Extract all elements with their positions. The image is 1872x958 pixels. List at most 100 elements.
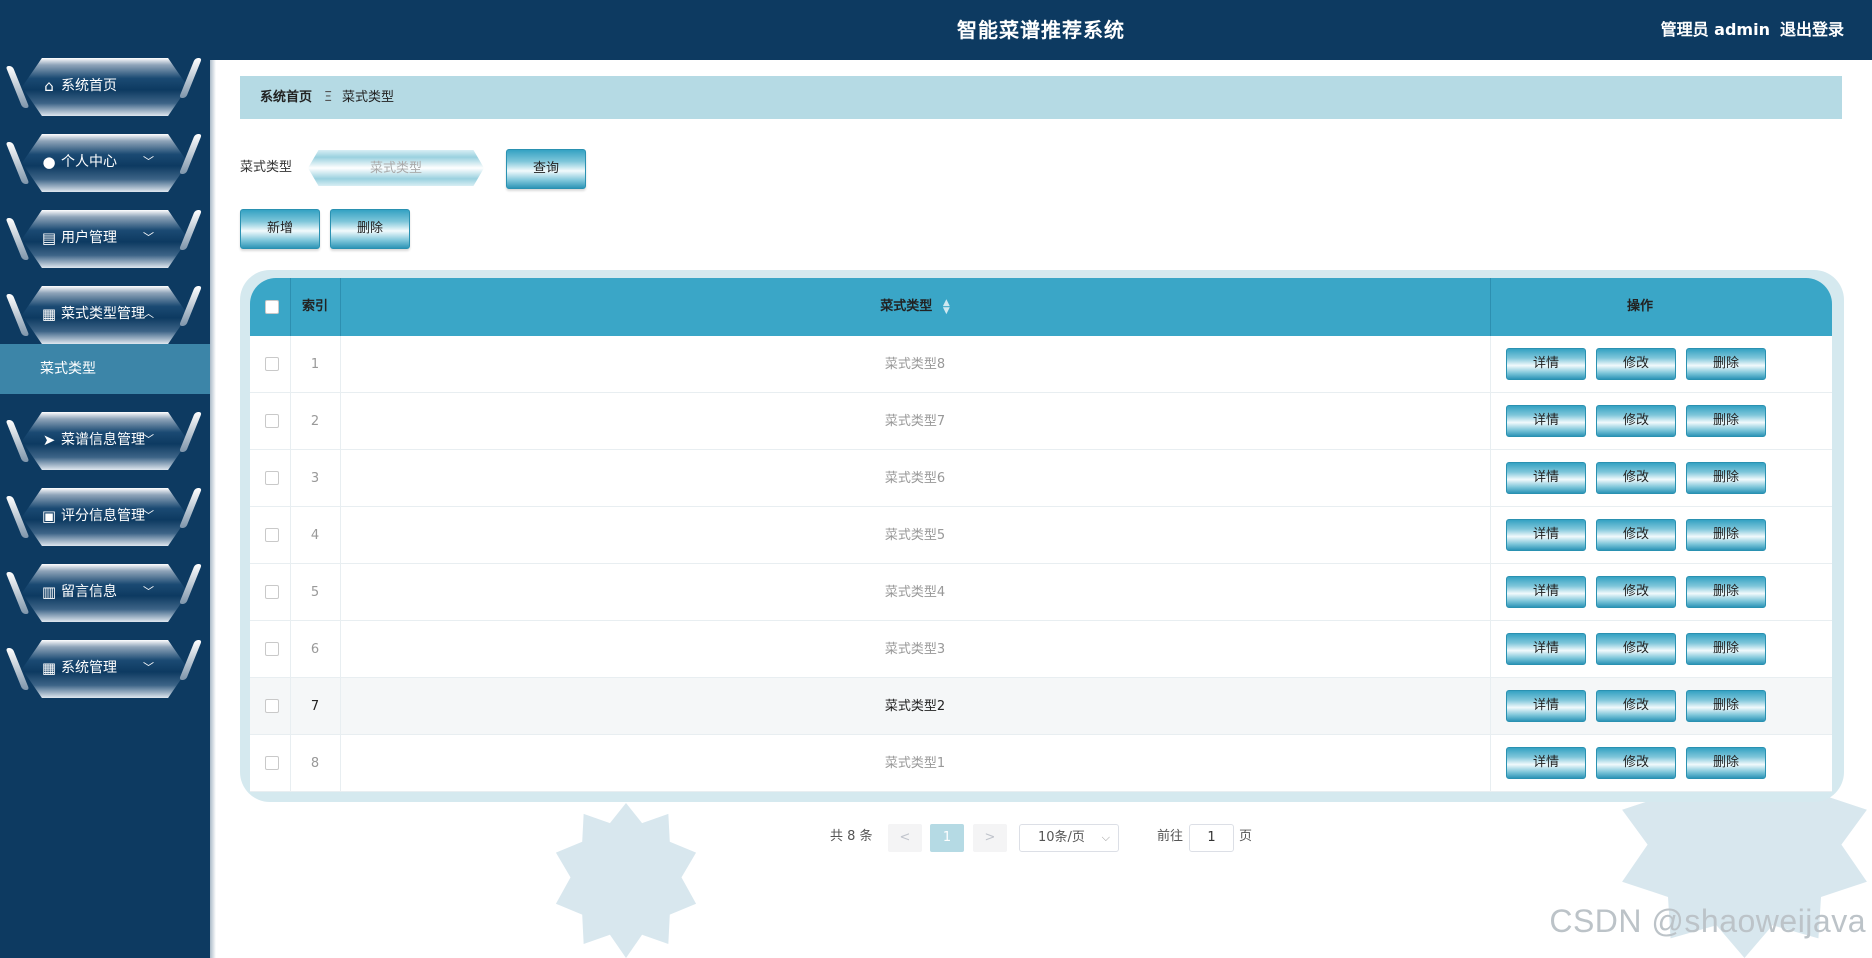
detail-button[interactable]: 详情 (1506, 462, 1586, 494)
table-row: 8 菜式类型1 详情 修改 删除 (250, 735, 1832, 792)
row-index: 3 (310, 471, 320, 486)
table-row: 5 菜式类型4 详情 修改 删除 (250, 564, 1832, 621)
detail-button[interactable]: 详情 (1506, 633, 1586, 665)
edit-button[interactable]: 修改 (1596, 690, 1676, 722)
cell-divider (1490, 450, 1491, 507)
detail-button[interactable]: 详情 (1506, 348, 1586, 380)
search-input[interactable] (308, 150, 484, 186)
clipboard-icon: ▥ (41, 583, 57, 601)
row-dish-type: 菜式类型6 (884, 471, 946, 486)
row-checkbox[interactable] (265, 471, 279, 485)
detail-button[interactable]: 详情 (1506, 576, 1586, 608)
sidebar-item[interactable]: ● 个人中心 ﹀ (5, 134, 203, 192)
pagination-total: 共 8 条 (830, 829, 873, 844)
row-dish-type: 菜式类型4 (884, 585, 946, 600)
sidebar-item-label: 评分信息管理 (61, 508, 145, 524)
goto-label: 前往 (1157, 829, 1184, 844)
delete-button[interactable]: 删除 (1686, 462, 1766, 494)
sidebar-item[interactable]: ▤ 用户管理 ﹀ (5, 210, 203, 268)
detail-button[interactable]: 详情 (1506, 519, 1586, 551)
chat-icon: ▤ (41, 229, 57, 247)
row-dish-type: 菜式类型1 (884, 756, 946, 771)
send-icon: ➤ (42, 431, 56, 449)
cell-divider (1490, 678, 1491, 735)
row-dish-type: 菜式类型8 (884, 357, 946, 372)
delete-button[interactable]: 删除 (1686, 576, 1766, 608)
sidebar-item[interactable]: ▣ 评分信息管理 ﹀ (5, 488, 203, 546)
add-button[interactable]: 新增 (240, 209, 320, 249)
sidebar-item[interactable]: ▥ 留言信息 ﹀ (5, 564, 203, 622)
chevron-down-icon: ⌵ (1101, 831, 1110, 844)
row-checkbox[interactable] (265, 642, 279, 656)
sidebar-item-label: 个人中心 (61, 154, 117, 170)
edit-button[interactable]: 修改 (1596, 747, 1676, 779)
table-row: 3 菜式类型6 详情 修改 删除 (250, 450, 1832, 507)
briefcase-icon: ▣ (41, 507, 57, 525)
row-checkbox[interactable] (265, 756, 279, 770)
sidebar-item[interactable]: ▦ 系统管理 ﹀ (5, 640, 203, 698)
breadcrumb: 系统首页 Ξ 菜式类型 (240, 76, 1842, 119)
row-index: 8 (310, 756, 320, 771)
logout-link[interactable]: 退出登录 (1780, 20, 1844, 39)
row-checkbox[interactable] (265, 414, 279, 428)
chevron-down-icon: ﹀ (143, 661, 154, 674)
delete-button[interactable]: 删除 (1686, 519, 1766, 551)
sidebar-item-label: 留言信息 (61, 584, 117, 600)
sidebar-item-label: 系统首页 (61, 78, 117, 94)
row-dish-type: 菜式类型3 (884, 642, 946, 657)
delete-button[interactable]: 删除 (1686, 747, 1766, 779)
sidebar-subitem-dish-type[interactable]: 菜式类型 (0, 344, 210, 394)
pagination-prev-button[interactable]: < (888, 824, 922, 852)
row-dish-type: 菜式类型7 (884, 414, 946, 429)
sidebar-item[interactable]: ⌂ 系统首页 (5, 58, 203, 116)
chevron-down-icon: ﹀ (143, 585, 154, 598)
column-header-type-label: 菜式类型 (880, 299, 933, 314)
delete-button[interactable]: 删除 (1686, 348, 1766, 380)
chevron-down-icon: ﹀ (143, 155, 154, 168)
edit-button[interactable]: 修改 (1596, 633, 1676, 665)
edit-button[interactable]: 修改 (1596, 519, 1676, 551)
delete-button[interactable]: 删除 (1686, 633, 1766, 665)
row-index: 2 (310, 414, 320, 429)
user-icon: ● (42, 153, 56, 171)
row-checkbox[interactable] (265, 528, 279, 542)
table-row: 4 菜式类型5 详情 修改 删除 (250, 507, 1832, 564)
header: 智能菜谱推荐系统 管理员 admin 退出登录 (210, 0, 1872, 60)
table-row: 1 菜式类型8 详情 修改 删除 (250, 336, 1832, 393)
row-checkbox[interactable] (265, 357, 279, 371)
row-checkbox[interactable] (265, 585, 279, 599)
sidebar-item-label: 系统管理 (61, 660, 117, 676)
sort-icon[interactable]: ▲ ▼ (943, 298, 950, 315)
row-checkbox[interactable] (265, 699, 279, 713)
grid-icon: ▦ (41, 305, 57, 323)
pagination-page-1[interactable]: 1 (930, 824, 964, 852)
row-index: 6 (310, 642, 320, 657)
edit-button[interactable]: 修改 (1596, 576, 1676, 608)
row-index: 4 (310, 528, 320, 543)
edit-button[interactable]: 修改 (1596, 348, 1676, 380)
sidebar-item[interactable]: ➤ 菜谱信息管理 ﹀ (5, 412, 203, 470)
goto-page-input[interactable]: 1 (1189, 824, 1234, 852)
detail-button[interactable]: 详情 (1506, 405, 1586, 437)
chevron-up-icon: ︿ (143, 307, 154, 320)
delete-button[interactable]: 删除 (1686, 690, 1766, 722)
table-container: 索引 菜式类型 ▲ ▼ 操作 1 菜式类型8 详情 修改 删除 2 菜式类型7 详情 修改 删除 3 菜… (240, 270, 1844, 802)
row-dish-type: 菜式类型2 (884, 699, 946, 714)
cell-divider (1490, 336, 1491, 393)
select-all-checkbox[interactable] (265, 300, 279, 314)
page-size-select[interactable]: 10条/页 ⌵ (1019, 824, 1119, 852)
batch-delete-button[interactable]: 删除 (330, 209, 410, 249)
detail-button[interactable]: 详情 (1506, 747, 1586, 779)
cell-divider (1490, 507, 1491, 564)
query-button[interactable]: 查询 (506, 149, 586, 189)
edit-button[interactable]: 修改 (1596, 405, 1676, 437)
breadcrumb-home-link[interactable]: 系统首页 (260, 76, 312, 119)
pagination-next-button[interactable]: > (973, 824, 1007, 852)
column-header-type[interactable]: 菜式类型 ▲ ▼ (340, 278, 1490, 336)
detail-button[interactable]: 详情 (1506, 690, 1586, 722)
sidebar-item[interactable]: ▦ 菜式类型管理 ︿ (5, 286, 203, 344)
delete-button[interactable]: 删除 (1686, 405, 1766, 437)
edit-button[interactable]: 修改 (1596, 462, 1676, 494)
goto-page-suffix: 页 (1239, 829, 1253, 844)
table-row: 7 菜式类型2 详情 修改 删除 (250, 678, 1832, 735)
